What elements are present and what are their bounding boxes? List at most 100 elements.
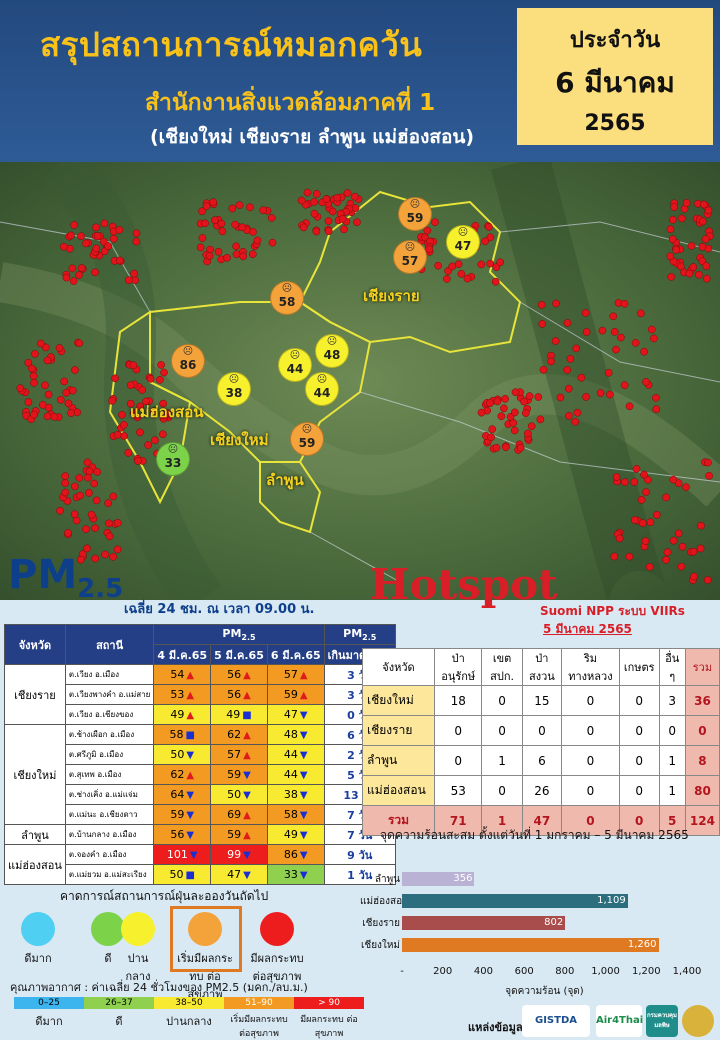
hotspot-dot [500, 404, 508, 413]
hotspot-dot [571, 417, 580, 426]
x-tick-label: 1,200 [631, 966, 661, 977]
hotspot-dot [696, 544, 705, 553]
hotspot-dot [82, 525, 90, 533]
trend-icon: ▲ [243, 690, 251, 701]
pm-value: 64 ▼ [153, 784, 212, 805]
page-title: สรุปสถานการณ์หมอกควัน [40, 25, 423, 64]
provinces-subtitle: (เชียงใหม่ เชียงราย ลำพูน แม่ฮ่องสอน) [150, 126, 475, 148]
hotspot-col-header: ริมทางหลวง [561, 648, 620, 686]
hotspot-dot [56, 395, 65, 404]
hotspot-table: จังหวัด ป่าอนุรักษ์ เขต สปก. ป่าสงวน ริมทางห… [362, 648, 720, 836]
hotspot-dot [682, 483, 690, 491]
pm-value-text: 56 [227, 668, 242, 681]
pm-value: 38 ▼ [266, 784, 325, 805]
hotspot-dot [646, 518, 655, 527]
hotspot-dot [491, 277, 500, 286]
pm-title: PM2.5 [8, 552, 123, 604]
pm-value-text: 50 [170, 748, 185, 761]
trend-icon: ▼ [299, 830, 308, 841]
pm-value: 50 ■ [153, 864, 212, 885]
bar: 802 [402, 916, 566, 930]
trend-icon: ▲ [186, 670, 195, 681]
hotspot-dot [652, 393, 660, 402]
hotspot-dot [537, 300, 546, 309]
hotspot-dot [425, 245, 434, 254]
hotspot-dot [564, 384, 573, 393]
hotspot-dot [196, 243, 205, 252]
hotspot-dot [604, 368, 613, 377]
hotspot-dot [124, 448, 133, 457]
hotspot-dot [205, 252, 214, 260]
hotspot-dot [259, 206, 268, 215]
pm-province: แม่ฮ่องสอน [4, 844, 66, 885]
pm-value: 56 ▲ [210, 664, 268, 685]
hotspot-dot [552, 299, 560, 308]
hotspot-cell: 124 [684, 805, 720, 836]
hotspot-dot [650, 334, 658, 343]
hotspot-dot [536, 415, 545, 424]
aqi-bubble: 38 [217, 360, 251, 406]
hotspot-dot [64, 399, 73, 408]
col-day-1: 4 มี.ค.65 [153, 644, 212, 665]
pm-value-text: 54 [170, 668, 185, 681]
bar-category-label: แม่ฮ่องสอน [360, 896, 409, 907]
hotspot-dot [75, 474, 84, 482]
hotspot-dot [563, 319, 572, 327]
trend-icon: ▼ [186, 750, 195, 761]
hotspot-dot [83, 458, 92, 467]
pm-value-text: 50 [169, 868, 184, 881]
legend-range: 0–25 [14, 997, 84, 1009]
hotspot-cell: 0 [433, 715, 483, 746]
pm-value: 69 ▲ [210, 804, 268, 825]
trend-icon: ▼ [299, 850, 308, 861]
pm-value: 54 ▲ [153, 664, 212, 685]
hotspot-dot [534, 393, 543, 401]
hotspot-dot [668, 235, 677, 244]
hotspot-dot [67, 409, 75, 417]
hotspot-cell: 80 [684, 775, 720, 806]
hotspot-dot [202, 202, 211, 210]
hotspot-cell: 0 [618, 715, 660, 746]
pm-value: 56 ▼ [153, 824, 212, 845]
col-pm-main: PM [222, 626, 242, 640]
pm-value-text: 56 [227, 688, 242, 701]
pm-value-text: 62 [170, 768, 185, 781]
hotspot-dot [310, 198, 318, 206]
trend-icon: ▼ [299, 870, 308, 881]
hotspot-dot [223, 253, 231, 262]
hotspot-dot [68, 264, 77, 273]
hotspot-dot [510, 408, 519, 417]
hotspot-dot [303, 188, 312, 197]
hotspot-dot [565, 411, 573, 420]
hotspot-cell: 26 [521, 775, 563, 806]
pm-value: 49 ▼ [266, 824, 325, 845]
hotspot-dot [129, 361, 138, 370]
trend-icon: ▼ [299, 750, 308, 761]
hotspot-dot [353, 218, 361, 227]
hotspot-dot [328, 207, 337, 216]
hotspot-cell: 0 [481, 775, 523, 806]
hotspot-dot [566, 355, 575, 363]
hotspot-dot [477, 260, 486, 269]
chart-title: จุดความร้อนสะสม ตั้งแต่วันที่ 1 มกราคม –… [380, 828, 689, 842]
hotspot-dot [596, 389, 605, 397]
hotspot-dot [457, 270, 466, 278]
hotspot-dot [75, 271, 83, 279]
pm-value: 59 ▼ [210, 764, 268, 785]
pm-province: ลำพูน [4, 824, 66, 845]
source-logo: Air4Thai [596, 1005, 643, 1037]
legend-label: เริ่มมีผลกระทบ ต่อสุขภาพ [230, 1015, 288, 1039]
hotspot-cell: 0 [561, 685, 620, 716]
pm-station: ต.ศรีภูมิ อ.เมือง [64, 744, 155, 765]
hotspot-dot [641, 537, 650, 545]
hotspot-dot [497, 412, 506, 421]
bar-value-label: 802 [544, 917, 564, 928]
pm-value: 57 ▲ [266, 664, 325, 685]
hotspot-cell: 0 [618, 685, 660, 716]
date-label: ประจำวัน [569, 28, 661, 53]
hotspot-dot [638, 519, 647, 528]
hotspot-cell: 15 [521, 685, 563, 716]
hotspot-dot [324, 217, 333, 225]
hotspot-dot [612, 473, 621, 481]
hotspot-dot [678, 542, 687, 551]
